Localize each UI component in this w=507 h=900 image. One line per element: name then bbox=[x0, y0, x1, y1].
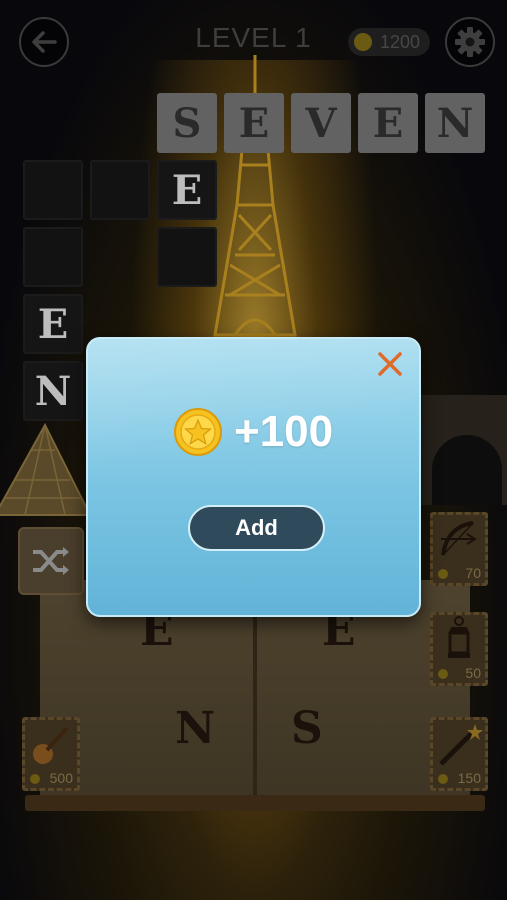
add-button[interactable]: Add bbox=[188, 505, 325, 551]
close-icon bbox=[378, 352, 402, 376]
dialog-shine bbox=[88, 339, 419, 615]
game-screen: LEVEL 1 1200 S E V E N E E N E E N S 70 … bbox=[0, 0, 507, 900]
reward-amount: +100 bbox=[233, 407, 334, 456]
reward-dialog: +100 Add bbox=[86, 337, 421, 617]
reward-row: +100 bbox=[88, 407, 419, 457]
coin-star-icon bbox=[173, 408, 222, 456]
close-button[interactable] bbox=[375, 349, 405, 379]
